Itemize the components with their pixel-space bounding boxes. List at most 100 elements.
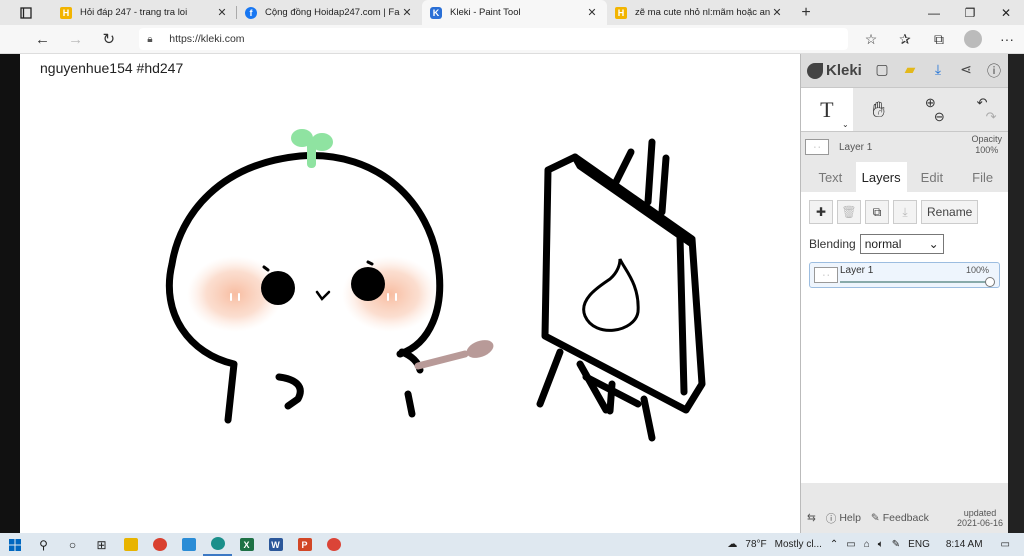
text-tool-button[interactable]: T ⌄: [801, 88, 853, 131]
app-button-monitor[interactable]: [174, 533, 203, 556]
duplicate-layer-button[interactable]: ⧉: [865, 200, 889, 224]
open-folder-icon[interactable]: ▰: [896, 61, 924, 81]
search-icon: ⚲: [39, 537, 48, 552]
new-tab-button[interactable]: +: [792, 0, 820, 25]
windows-icon: [8, 538, 21, 551]
search-button[interactable]: ⚲: [29, 533, 58, 556]
word-button[interactable]: W: [261, 533, 290, 556]
tab-file[interactable]: File: [957, 162, 1008, 192]
redo-icon[interactable]: ↷: [986, 109, 997, 124]
kleki-logo-text: Kleki: [826, 62, 862, 79]
favorites-add-icon[interactable]: ☆: [854, 31, 888, 48]
new-image-icon[interactable]: ▢: [868, 61, 896, 81]
kleki-logo[interactable]: Kleki: [807, 62, 862, 79]
close-window-button[interactable]: ✕: [988, 0, 1024, 25]
rename-button[interactable]: Rename: [921, 200, 979, 224]
updated-info: updated 2021-06-16: [957, 508, 1003, 528]
network-icon[interactable]: ⌂: [864, 539, 870, 550]
notifications-icon[interactable]: ▭: [1001, 539, 1010, 550]
edge-button[interactable]: [203, 533, 232, 556]
layers-panel: ✚ 🗑︎ ⧉ ⤓ Rename Blending normal ⌄ · · La…: [801, 192, 1008, 483]
language-indicator[interactable]: ENG: [908, 539, 930, 550]
tab-edit[interactable]: Edit: [907, 162, 958, 192]
layer-list-item[interactable]: · · Layer 1 100%: [809, 262, 1000, 288]
add-layer-button[interactable]: ✚: [809, 200, 833, 224]
merge-layer-button[interactable]: ⤓: [893, 200, 917, 224]
help-circle-icon: ⓘ: [825, 512, 837, 525]
tab-title: Cộng đồng Hoidap247.com | Fac: [265, 7, 400, 18]
url-text: https://kleki.com: [169, 33, 245, 45]
pen-icon[interactable]: ✎: [892, 539, 900, 550]
powerpoint-button[interactable]: P: [290, 533, 319, 556]
tab-close-icon[interactable]: ✕: [585, 6, 599, 19]
screen: H Hỏi đáp 247 - trang tra loi ✕ f Cộng đ…: [0, 0, 1024, 556]
restore-button[interactable]: ❐: [952, 0, 988, 25]
easel-drawing: [536, 138, 706, 442]
collections-icon[interactable]: ⧉: [922, 31, 956, 48]
tab-layers[interactable]: Layers: [855, 162, 907, 192]
back-button[interactable]: ←: [26, 31, 59, 48]
plus-icon: +: [801, 3, 811, 21]
download-icon[interactable]: ⤓: [924, 61, 952, 81]
updated-label: updated: [963, 508, 997, 518]
chevron-up-icon[interactable]: ⌃: [830, 539, 838, 550]
tab-close-icon[interactable]: ✕: [770, 6, 784, 19]
tab-actions-icon: [20, 6, 32, 19]
kleki-header: Kleki ▢ ▰ ⤓ ⋖ ⓘ: [801, 54, 1008, 88]
blending-label: Blending: [809, 237, 856, 251]
feedback-button[interactable]: ✎ Feedback: [871, 512, 929, 524]
swap-side-button[interactable]: ⇆: [807, 512, 816, 524]
browser-tab-4[interactable]: H zẽ ma cute nhỏ nl:mãm hoặc anh ✕: [607, 0, 792, 25]
blending-select[interactable]: normal ⌄: [859, 234, 944, 254]
browser-tab-2[interactable]: f Cộng đồng Hoidap247.com | Fac ✕: [237, 0, 422, 25]
blending-value: normal: [864, 237, 902, 251]
excel-button[interactable]: X: [232, 533, 261, 556]
volume-icon[interactable]: 🔈︎: [878, 539, 884, 550]
refresh-button[interactable]: ↻: [92, 30, 125, 48]
help-button[interactable]: ⓘ Help: [826, 511, 861, 526]
start-button[interactable]: [0, 533, 29, 556]
feedback-label: Feedback: [882, 512, 929, 524]
cortana-button[interactable]: ○: [58, 533, 87, 556]
facebook-favicon-icon: f: [245, 6, 257, 19]
layer-opacity-knob[interactable]: [985, 277, 995, 287]
edge-icon: [210, 537, 225, 550]
tab-close-icon[interactable]: ✕: [400, 6, 414, 19]
address-bar-row: ← → ↻ 🔒︎ https://kleki.com ☆ ✰ ⧉ ···: [0, 25, 1024, 54]
windows-taskbar: ⚲ ○ ⊞ X W P ☁ 78°F Mostly cl... ⌃ ▭ ⌂ 🔈︎…: [0, 533, 1024, 556]
hand-tool-button[interactable]: ✋︎: [853, 88, 905, 131]
zoom-tools: ⊕ ⊖: [905, 88, 957, 131]
help-icon[interactable]: ⓘ: [980, 61, 1008, 81]
app-button-red[interactable]: [145, 533, 174, 556]
weather-temp[interactable]: 78°F: [745, 539, 766, 550]
weather-desc[interactable]: Mostly cl...: [775, 539, 822, 550]
zoom-out-icon[interactable]: ⊖: [934, 109, 945, 124]
undo-icon[interactable]: ↶: [977, 95, 988, 110]
layer-thumbnail: · ·: [805, 139, 829, 155]
share-icon[interactable]: ⋖: [952, 61, 980, 81]
opacity-label: Opacity: [971, 134, 1002, 144]
tab-close-icon[interactable]: ✕: [215, 6, 229, 19]
tab-actions-button[interactable]: [0, 0, 52, 25]
file-explorer-button[interactable]: [116, 533, 145, 556]
layer-opacity-slider[interactable]: [840, 281, 991, 283]
mouth: [315, 290, 331, 301]
more-menu-icon[interactable]: ···: [990, 31, 1024, 47]
task-view-button[interactable]: ⊞: [87, 533, 116, 556]
profile-avatar[interactable]: [964, 30, 983, 48]
url-field[interactable]: 🔒︎ https://kleki.com: [139, 28, 849, 50]
tab-text[interactable]: Text: [805, 162, 856, 192]
favorites-icon[interactable]: ✰: [888, 31, 922, 48]
clock[interactable]: 8:14 AM: [946, 539, 983, 550]
sprout: [291, 129, 333, 168]
delete-layer-button[interactable]: 🗑︎: [837, 200, 861, 224]
browser-tab-3[interactable]: K Kleki - Paint Tool ✕: [422, 0, 607, 25]
minimize-button[interactable]: —: [916, 0, 952, 25]
battery-icon[interactable]: ▭: [846, 539, 855, 550]
chrome-button[interactable]: [319, 533, 348, 556]
panel-tabs: Text Layers Edit File: [801, 162, 1008, 192]
zoom-in-icon[interactable]: ⊕: [925, 95, 936, 110]
forward-button[interactable]: →: [59, 31, 92, 48]
drawing-canvas[interactable]: nguyenhue154 #hd247: [20, 54, 800, 533]
browser-tab-1[interactable]: H Hỏi đáp 247 - trang tra loi ✕: [52, 0, 237, 25]
